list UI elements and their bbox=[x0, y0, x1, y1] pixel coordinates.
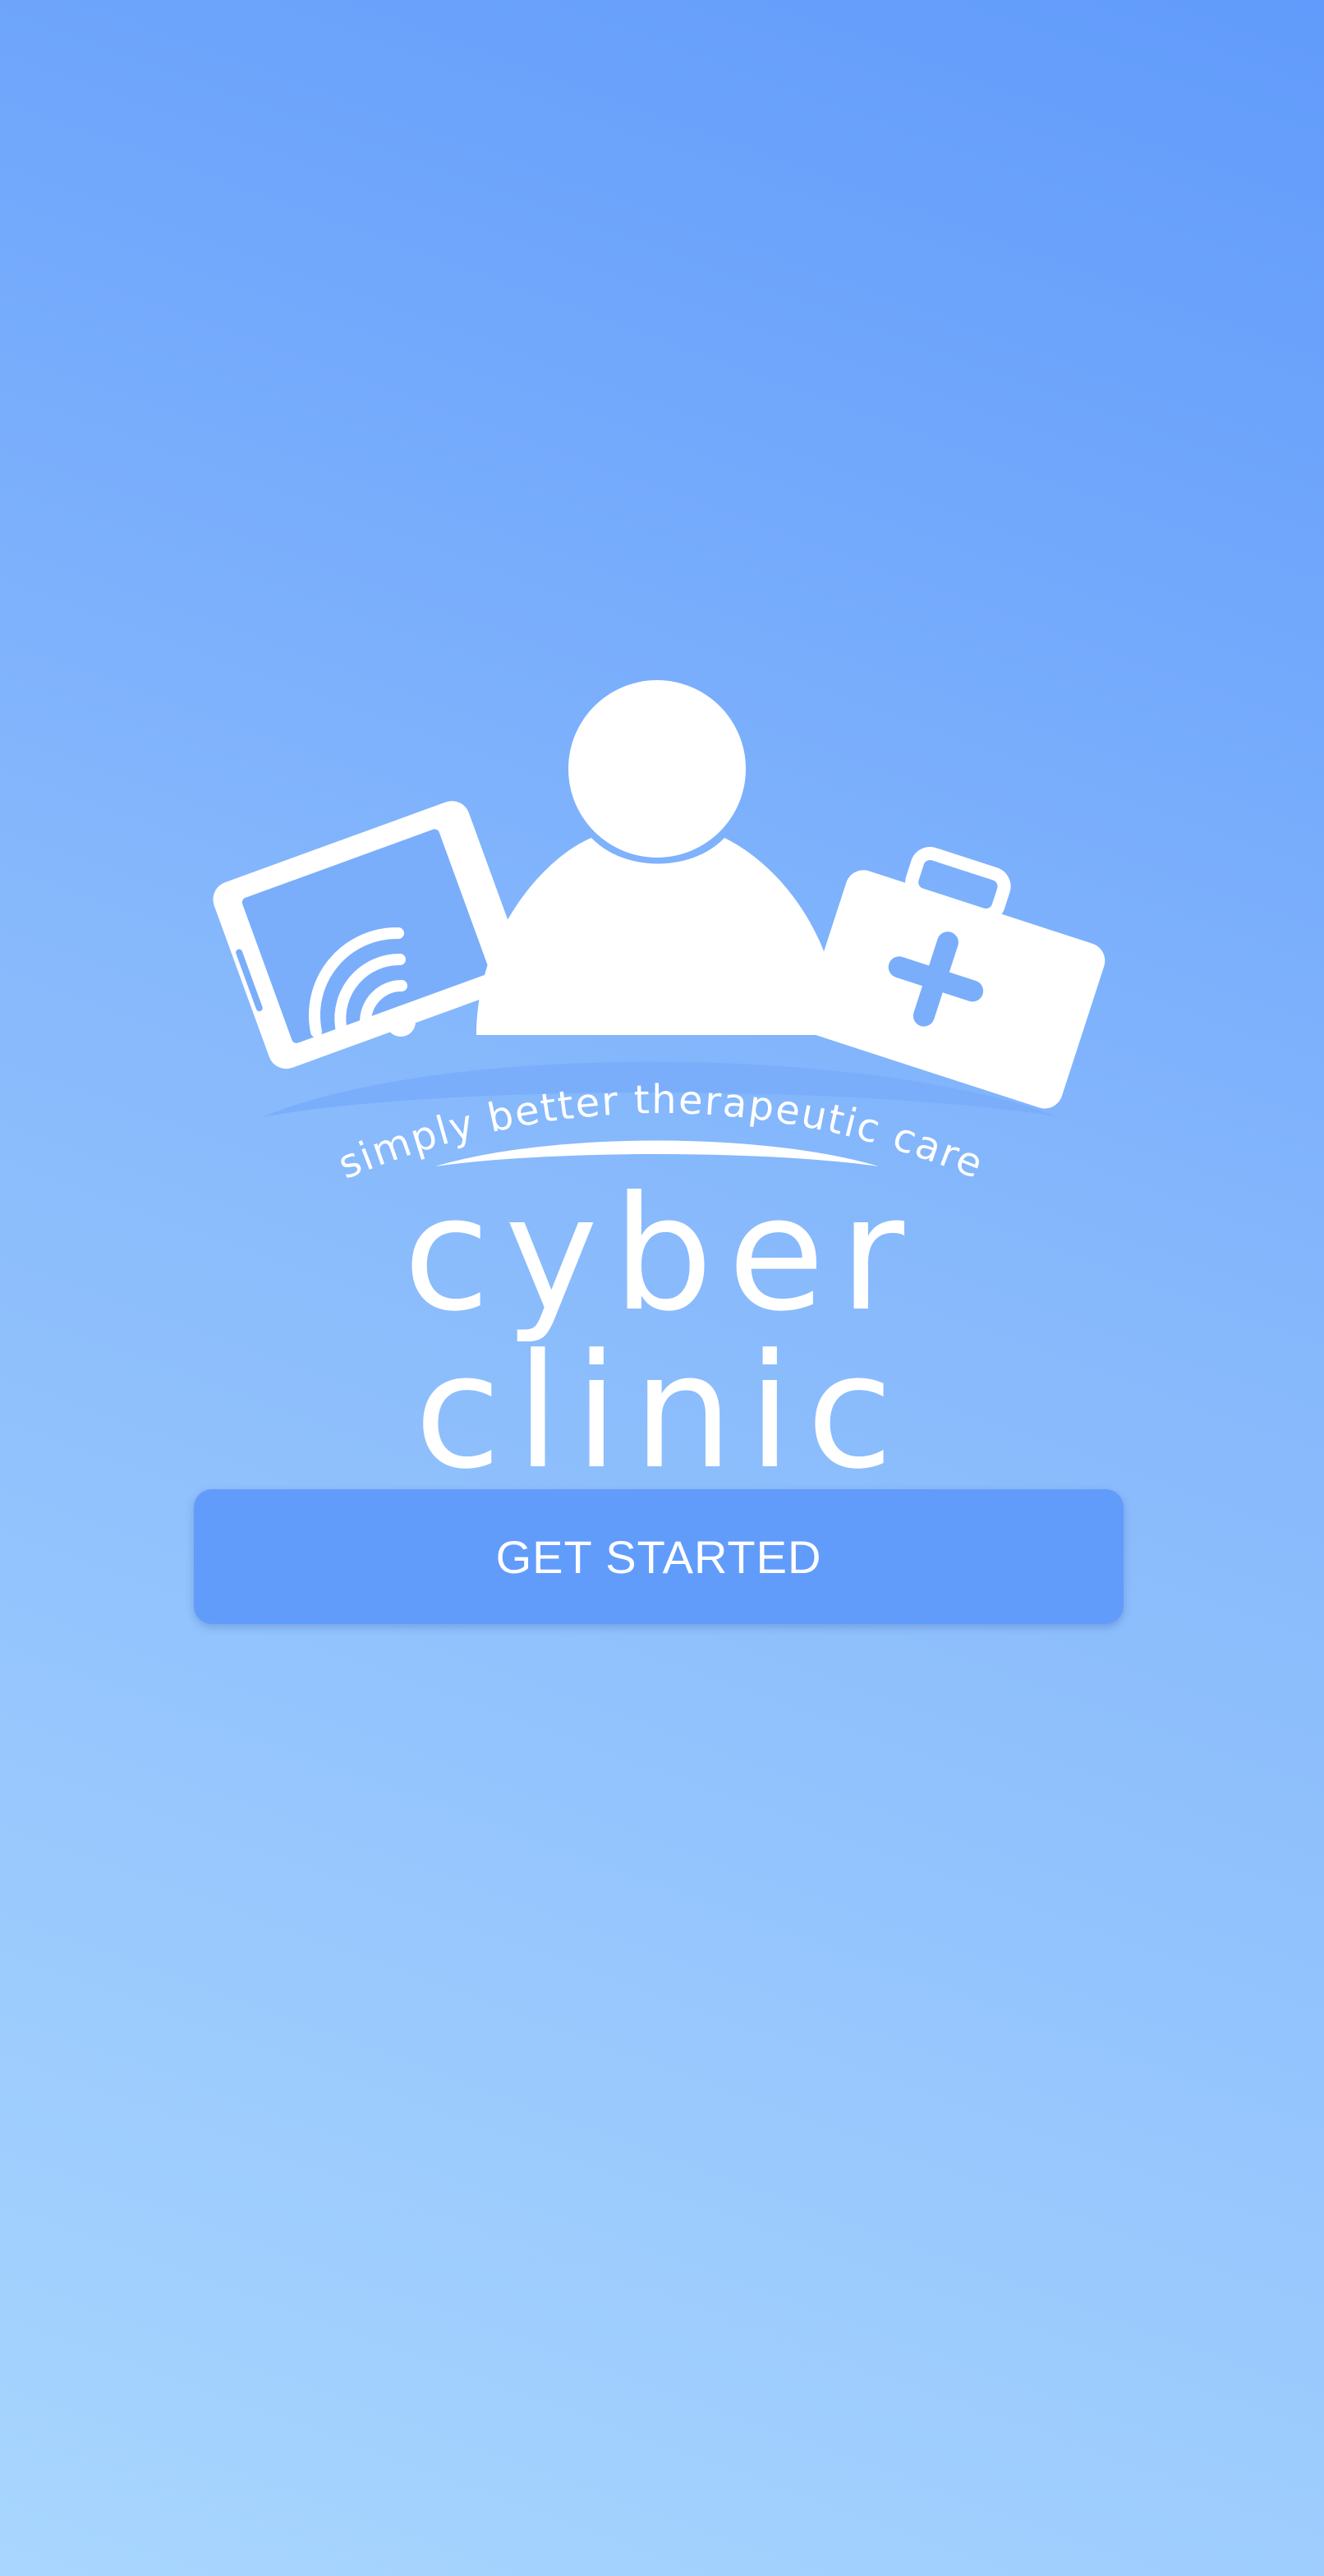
medical-kit-icon bbox=[802, 847, 1106, 1109]
splash-screen: simply better therapeutic care cyber cli… bbox=[0, 0, 1324, 2576]
brand-name: cyber clinic bbox=[402, 1163, 920, 1504]
get-started-button[interactable]: GET STARTED bbox=[194, 1489, 1124, 1624]
person-icon bbox=[476, 680, 839, 1035]
